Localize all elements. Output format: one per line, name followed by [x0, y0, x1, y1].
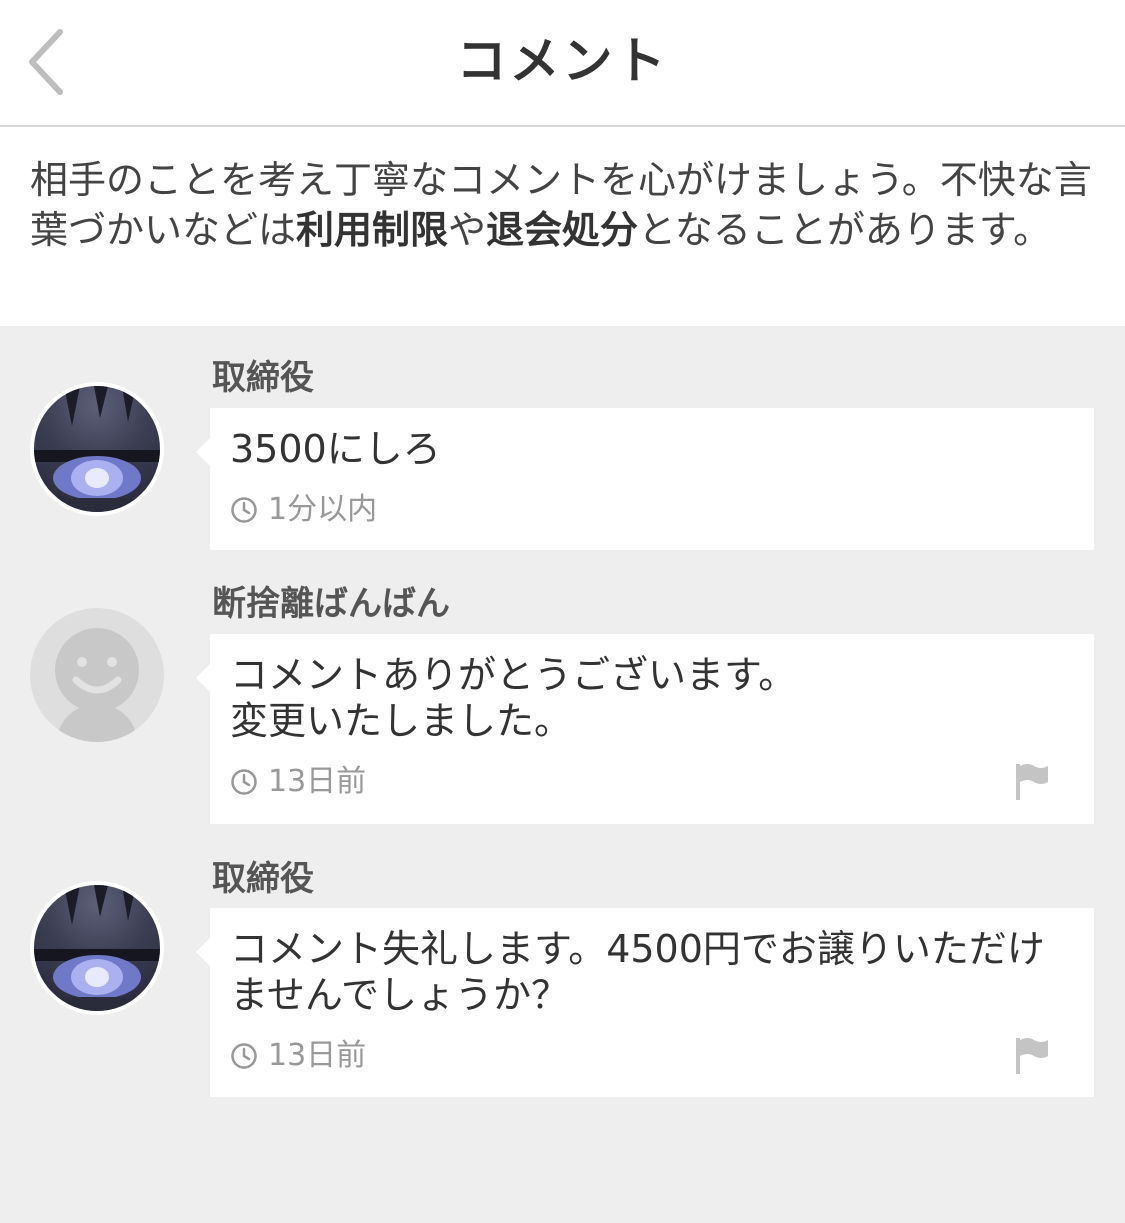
notice-bold-usage-limit: 利用制限: [296, 208, 449, 252]
header-bar: コメント: [0, 0, 1125, 127]
anime-eye-avatar[interactable]: [30, 382, 164, 516]
comment-time: 13日前: [230, 764, 366, 800]
comment-time-label: 1分以内: [268, 492, 378, 527]
comment-time: 1分以内: [230, 492, 377, 528]
default-user-silhouette-icon: [55, 628, 139, 742]
avatar-eye-art: [34, 386, 160, 512]
notice-bold-withdrawal: 退会処分: [486, 208, 639, 252]
anime-eye-avatar[interactable]: [30, 881, 164, 1015]
comment-time-label: 13日前: [268, 1038, 367, 1073]
comment-text: 3500にしろ: [230, 427, 441, 471]
comment-text: コメントありがとうございます。 変更いたしました。: [230, 653, 797, 743]
clock-icon: [231, 497, 257, 523]
comment-bubble: コメント失礼します。4500円でお譲りいただけませんでしょうか？ 13日前: [196, 908, 1094, 1097]
comment-text: コメント失礼します。4500円でお譲りいただけませんでしょうか？: [230, 927, 1045, 1017]
commenter-name[interactable]: 取締役: [212, 857, 314, 901]
notice-text-3: となることがあります。: [638, 208, 1052, 252]
comment-guideline-notice: 相手のことを考え丁寧なコメントを心がけましょう。不快な言葉づかいなどは利用制限や…: [0, 127, 1125, 326]
default-user-avatar[interactable]: [30, 608, 164, 742]
comment-time: 13日前: [230, 1038, 366, 1074]
comment-item: 取締役 コメント失礼します。4500円でお譲りいただけませんでしょうか？ 13日…: [0, 831, 1125, 1106]
report-flag-icon[interactable]: [1014, 1036, 1052, 1076]
page-title: コメント: [456, 32, 669, 90]
comment-time-label: 13日前: [268, 764, 367, 799]
clock-icon: [231, 1043, 257, 1069]
comment-item: 取締役 3500にしろ 1分以内: [0, 326, 1125, 556]
notice-text-2: や: [448, 208, 487, 252]
comment-bubble: コメントありがとうございます。 変更いたしました。 13日前: [196, 634, 1094, 824]
avatar-eye-art: [34, 885, 160, 1011]
commenter-name[interactable]: 取締役: [212, 356, 314, 400]
commenter-name[interactable]: 断捨離ばんばん: [212, 582, 450, 626]
comment-bubble: 3500にしろ 1分以内: [196, 408, 1094, 550]
clock-icon: [231, 769, 257, 795]
report-flag-icon[interactable]: [1014, 762, 1052, 802]
comment-item: 断捨離ばんばん コメントありがとうございます。 変更いたしました。 13日前: [0, 556, 1125, 831]
